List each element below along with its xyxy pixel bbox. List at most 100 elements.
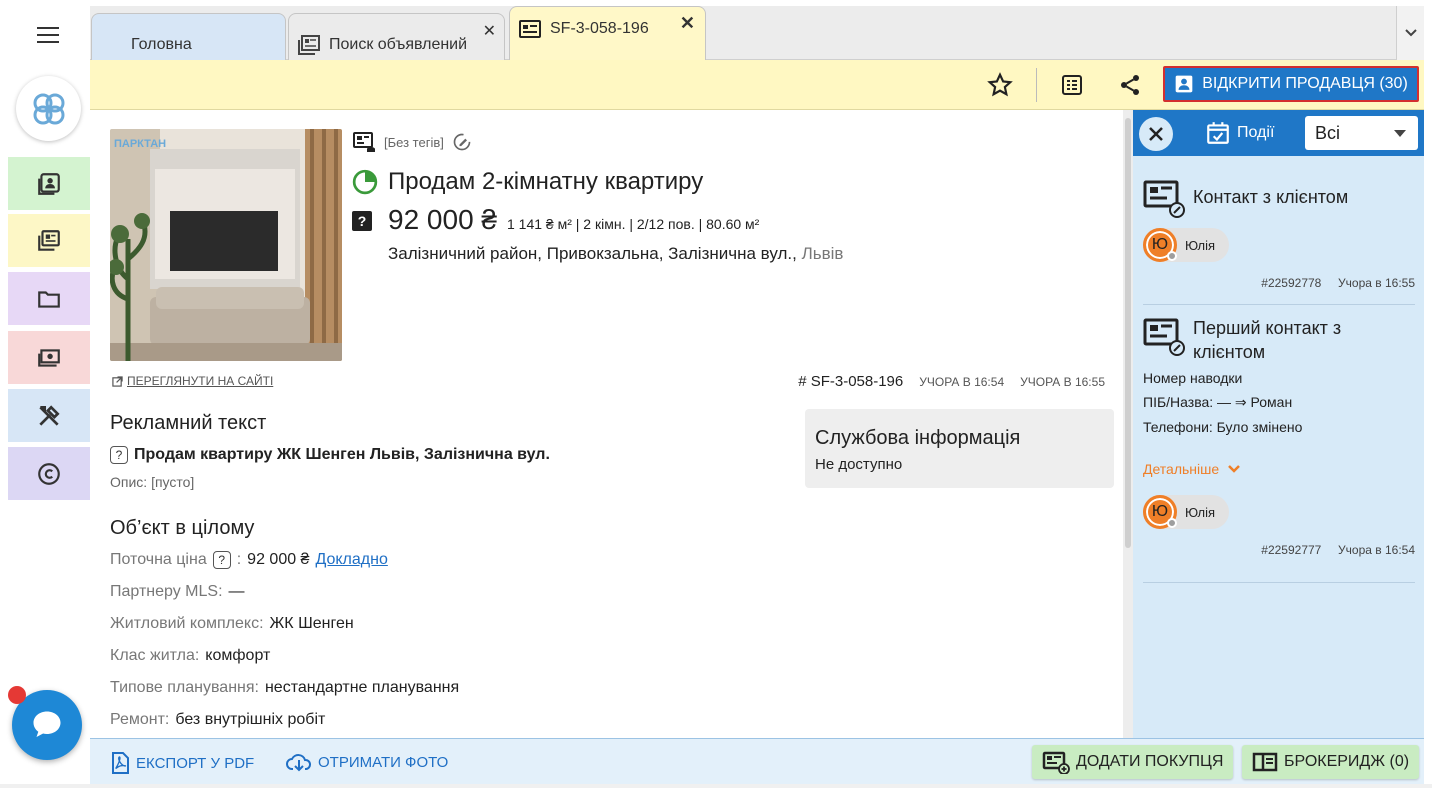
tab-list-dropdown[interactable] <box>1396 6 1424 60</box>
user-name: Юлія <box>1185 504 1216 520</box>
share-button[interactable] <box>1117 72 1143 98</box>
event-detail-line: Телефони: Було змінено <box>1143 419 1303 435</box>
tags-label: [Без тегів] <box>384 134 444 150</box>
property-row: Партнеру MLS: — <box>110 583 245 601</box>
pdf-icon <box>112 752 129 774</box>
book-icon <box>1252 752 1278 772</box>
close-panel-button[interactable] <box>1139 117 1173 151</box>
property-value: — <box>228 583 245 600</box>
event-time: Учора в 16:54 <box>1338 543 1415 557</box>
details-link[interactable]: Докладно <box>315 551 387 569</box>
chevron-down-icon <box>1228 465 1241 473</box>
events-filter-select[interactable]: Всі <box>1305 116 1418 150</box>
favorite-button[interactable] <box>987 72 1013 98</box>
logo-icon <box>33 93 64 124</box>
property-row: Житловий комплекс: ЖК Шенген <box>110 615 354 633</box>
event-user: Ю Юлія <box>1143 228 1415 262</box>
close-icon <box>1149 127 1163 141</box>
updated-date: УЧОРА В 16:55 <box>1020 375 1105 389</box>
copyright-icon <box>38 462 60 485</box>
main-scrollbar[interactable] <box>1123 110 1133 738</box>
ad-headline-row: ? Продам квартиру ЖК Шенген Львів, Заліз… <box>110 446 550 464</box>
tab-label: Головна <box>131 35 192 53</box>
toolbar-divider <box>1036 68 1037 102</box>
rail-listings[interactable] <box>8 214 90 269</box>
menu-icon[interactable] <box>37 27 59 43</box>
rail-folders[interactable] <box>8 272 90 327</box>
listing-photo[interactable]: ПАРКТАН <box>110 129 342 361</box>
get-photo-button[interactable]: ОТРИМАТИ ФОТО <box>286 752 448 772</box>
listing-card-icon <box>519 20 541 38</box>
open-seller-button[interactable]: ВІДКРИТИ ПРОДАВЦЯ (30) <box>1163 66 1419 102</box>
export-pdf-button[interactable]: ЕКСПОРТ У PDF <box>110 752 254 774</box>
external-link-icon <box>112 375 123 387</box>
address-city: Львів <box>801 244 844 263</box>
close-icon[interactable]: ✕ <box>680 13 695 34</box>
events-panel: Події Всі Контакт з клієнтом Ю Юлія #225… <box>1133 110 1424 738</box>
calculator-button[interactable] <box>1059 72 1085 98</box>
property-label: Житловий комплекс: <box>110 615 264 632</box>
user-chip[interactable]: Ю Юлія <box>1143 228 1230 262</box>
event-user: Ю Юлія <box>1143 495 1415 529</box>
tab-search-listings[interactable]: Поиск объявлений ✕ <box>288 13 505 61</box>
window-bottom-edge <box>0 784 1432 788</box>
chevron-down-icon <box>1404 29 1417 37</box>
property-label: Ремонт: <box>110 711 170 728</box>
rail-copyright[interactable] <box>8 447 90 502</box>
event-card: Перший контакт з клієнтом Номер наводки … <box>1143 316 1415 557</box>
tab-home[interactable]: Головна <box>91 13 286 61</box>
event-id: #22592778 <box>1261 276 1322 290</box>
events-tab[interactable]: Події <box>1205 120 1274 146</box>
folder-icon <box>38 290 60 308</box>
tools-icon <box>39 404 60 426</box>
property-label: Клас житла: <box>110 647 200 664</box>
add-buyer-button[interactable]: ДОДАТИ ПОКУПЦЯ <box>1032 745 1234 779</box>
listing-title-row: Продам 2-кімнатну квартиру <box>352 168 703 196</box>
property-row: Клас житла: комфорт <box>110 647 270 665</box>
scrollbar-thumb[interactable] <box>1125 118 1131 548</box>
rail-finance[interactable] <box>8 331 90 386</box>
listing-address: Залізничний район, Привокзальна, Залізни… <box>388 244 843 264</box>
listings-icon <box>38 229 60 251</box>
app-logo[interactable] <box>16 76 81 141</box>
close-icon[interactable]: ✕ <box>483 21 496 41</box>
money-icon <box>38 348 60 367</box>
divider <box>1143 304 1415 305</box>
ad-description: Опис: [пусто] <box>110 474 195 490</box>
rail-tools[interactable] <box>8 389 90 444</box>
event-id: #22592777 <box>1261 543 1322 557</box>
help-icon[interactable]: ? <box>212 551 231 569</box>
presence-dot <box>1167 518 1177 528</box>
price-help-icon[interactable]: ? <box>352 211 372 231</box>
edit-tags-icon[interactable] <box>452 132 472 152</box>
rail-contacts[interactable] <box>8 157 90 212</box>
ad-text-heading: Рекламний текст <box>110 412 267 434</box>
listing-specs: 1 141 ₴ м² | 2 кімн. | 2/12 пов. | 80.60… <box>507 216 760 232</box>
chat-bubble-icon <box>33 711 61 737</box>
property-value: комфорт <box>205 647 271 664</box>
contact-event-icon <box>1143 180 1185 218</box>
listing-toolbar: ВІДКРИТИ ПРОДАВЦЯ (30) <box>90 60 1424 110</box>
show-more-link[interactable]: Детальніше <box>1143 461 1415 477</box>
listing-title: Продам 2-кімнатну квартиру <box>388 168 704 195</box>
listings-icon <box>298 34 320 55</box>
listing-details: ПАРКТАН [Без тегів] Продам 2-кімнатну кв… <box>90 110 1133 738</box>
event-time: Учора в 16:55 <box>1338 276 1415 290</box>
tab-listing-detail[interactable]: SF-3-058-196 ✕ <box>509 6 706 61</box>
add-listing-icon <box>1042 751 1070 774</box>
property-row: Типове планування: нестандартне плануван… <box>110 679 459 697</box>
created-date: УЧОРА В 16:54 <box>919 375 1005 389</box>
view-on-site-link[interactable]: ПЕРЕГЛЯНУТИ НА САЙТІ <box>112 374 273 388</box>
open-seller-label: ВІДКРИТИ ПРОДАВЦЯ (30) <box>1202 75 1408 92</box>
events-label: Події <box>1237 124 1275 141</box>
notification-dot <box>8 686 26 704</box>
photo-watermark: ПАРКТАН <box>114 138 166 150</box>
event-card: Контакт з клієнтом Ю Юлія #22592778 Учор… <box>1143 178 1415 290</box>
service-info-box: Службова інформація Не доступно <box>805 409 1114 488</box>
property-value: ЖК Шенген <box>269 615 354 632</box>
brokerage-button[interactable]: БРОКЕРИДЖ (0) <box>1242 745 1420 779</box>
cloud-download-icon <box>286 754 312 772</box>
user-chip[interactable]: Ю Юлія <box>1143 495 1230 529</box>
listing-price: 92 000 ₴ <box>388 204 497 235</box>
help-icon[interactable]: ? <box>110 446 128 464</box>
